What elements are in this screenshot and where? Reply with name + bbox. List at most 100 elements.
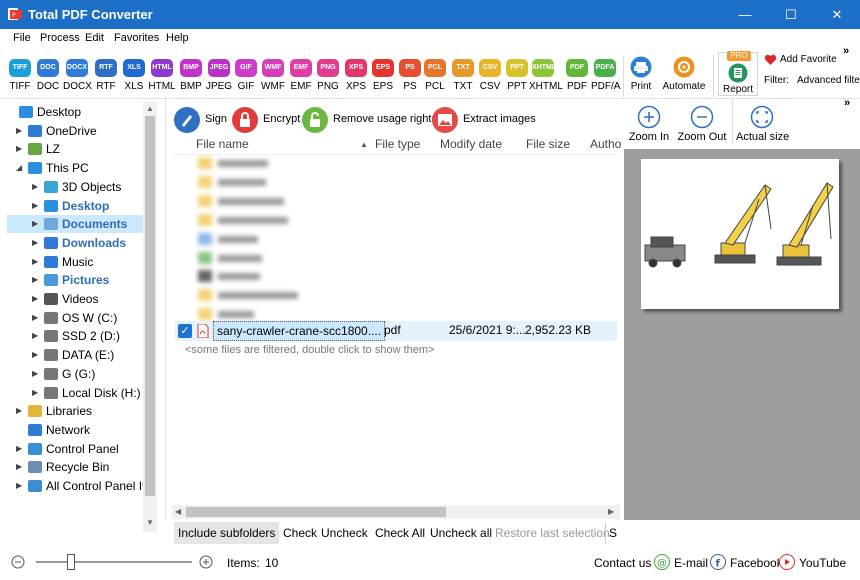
scroll-up-arrow[interactable]: ▲: [146, 104, 154, 113]
format-rtf-button[interactable]: RTF RTF: [92, 59, 120, 92]
zoom-in-small-icon[interactable]: [199, 555, 213, 569]
list-hscrollbar[interactable]: ◀ ▶: [172, 505, 620, 519]
minimize-button[interactable]: —: [722, 0, 768, 29]
filter-dropdown[interactable]: Advanced filte: [797, 75, 860, 86]
menu-favorites[interactable]: Favorites: [114, 32, 159, 44]
menu-edit[interactable]: Edit: [85, 32, 104, 44]
tree-expand-arrow[interactable]: ▶: [32, 271, 42, 289]
menu-file[interactable]: File: [13, 32, 31, 44]
format-wmf-button[interactable]: WMF WMF: [259, 59, 287, 92]
tree-item[interactable]: ▶ Music: [7, 253, 143, 271]
contact-us-link[interactable]: Contact us: [594, 556, 651, 570]
zoom-slider-thumb[interactable]: [67, 554, 75, 570]
tree-item[interactable]: ▶ OS W (C:): [7, 309, 143, 327]
tree-item[interactable]: ▶ Downloads: [7, 234, 143, 252]
scroll-thumb[interactable]: [145, 116, 155, 496]
filtered-files-notice[interactable]: <some files are filtered, double click t…: [185, 344, 434, 356]
format-pdf-button[interactable]: PDF PDF: [563, 59, 591, 92]
list-item[interactable]: [198, 233, 278, 245]
tree-expand-arrow[interactable]: ▶: [32, 290, 42, 308]
tree-item[interactable]: ▶ Documents: [7, 215, 143, 234]
format-xps-button[interactable]: XPS XPS: [342, 59, 370, 92]
tree-item[interactable]: ▶ Recycle Bin: [7, 458, 143, 476]
uncheck-all-button[interactable]: Uncheck all: [430, 522, 492, 544]
format-xhtml-button[interactable]: XHTML XHTML: [529, 59, 563, 92]
check-button[interactable]: Check: [283, 522, 317, 544]
tree-expand-arrow[interactable]: ▶: [32, 384, 42, 402]
format-png-button[interactable]: PNG PNG: [314, 59, 342, 92]
tree-item[interactable]: ▶ Desktop: [7, 197, 143, 215]
tree-expand-arrow[interactable]: ▶: [16, 458, 26, 476]
zoom-slider[interactable]: [36, 554, 192, 570]
tree-item[interactable]: ▶ Pictures: [7, 271, 143, 289]
file-name-cell[interactable]: sany-crawler-crane-scc1800....: [213, 321, 386, 341]
scroll-right-arrow[interactable]: ▶: [608, 507, 614, 516]
tree-expand-arrow[interactable]: ▶: [32, 253, 42, 271]
col-author[interactable]: Autho: [590, 137, 621, 151]
format-docx-button[interactable]: DOCX DOCX: [63, 59, 92, 92]
tree-item[interactable]: Desktop: [7, 103, 143, 121]
format-jpeg-button[interactable]: JPEG JPEG: [205, 59, 233, 92]
tree-expand-arrow[interactable]: ▶: [16, 477, 26, 495]
file-checkbox[interactable]: ✓: [178, 324, 192, 338]
include-subfolders-toggle[interactable]: Include subfolders: [174, 522, 280, 544]
tree-item[interactable]: ▶ Control Panel: [7, 440, 143, 458]
col-modify-date[interactable]: Modify date: [440, 137, 502, 151]
tree-item[interactable]: ▶ SSD 2 (D:): [7, 327, 143, 345]
format-bmp-button[interactable]: BMP BMP: [177, 59, 205, 92]
toolbar-more-button[interactable]: »: [843, 45, 849, 57]
tree-item[interactable]: ▶ OneDrive: [7, 122, 143, 140]
list-item[interactable]: [198, 176, 278, 188]
restore-selection-button[interactable]: Restore last selection: [495, 522, 610, 544]
automate-button[interactable]: Automate: [662, 56, 706, 92]
close-button[interactable]: ✕: [814, 0, 860, 29]
format-ps-button[interactable]: PS PS: [396, 59, 424, 92]
maximize-button[interactable]: ☐: [768, 0, 814, 29]
col-file-name[interactable]: File name: [196, 137, 249, 151]
tree-item[interactable]: ▶ Videos: [7, 290, 143, 308]
tree-item[interactable]: ◢ This PC: [7, 159, 143, 177]
tree-expand-arrow[interactable]: ▶: [32, 365, 42, 383]
format-gif-button[interactable]: GIF GIF: [232, 59, 260, 92]
print-button[interactable]: Print: [626, 56, 656, 92]
format-emf-button[interactable]: EMF EMF: [287, 59, 315, 92]
tree-expand-arrow[interactable]: ▶: [16, 140, 26, 158]
list-item[interactable]: [198, 214, 298, 226]
hscroll-thumb[interactable]: [186, 507, 446, 517]
list-item[interactable]: [198, 157, 278, 169]
scroll-left-arrow[interactable]: ◀: [175, 507, 181, 516]
col-file-type[interactable]: File type: [375, 137, 420, 151]
list-item[interactable]: [198, 195, 298, 207]
more-selection-button[interactable]: S: [605, 522, 617, 544]
tree-expand-arrow[interactable]: ▶: [32, 346, 42, 364]
check-all-button[interactable]: Check All: [375, 522, 425, 544]
tree-expand-arrow[interactable]: ▶: [32, 197, 42, 215]
format-html-button[interactable]: HTML HTML: [148, 59, 176, 92]
format-xls-button[interactable]: XLS XLS: [120, 59, 148, 92]
format-eps-button[interactable]: EPS EPS: [369, 59, 397, 92]
tree-item[interactable]: ▶ G (G:): [7, 365, 143, 383]
tree-expand-arrow[interactable]: ▶: [32, 234, 42, 252]
actual-size-button[interactable]: Actual size: [736, 105, 789, 143]
tree-collapse-arrow[interactable]: ◢: [16, 159, 26, 177]
tree-scrollbar[interactable]: ▲ ▼: [143, 102, 157, 532]
list-item[interactable]: [198, 270, 278, 282]
tree-expand-arrow[interactable]: ▶: [16, 122, 26, 140]
table-row[interactable]: ✓ sany-crawler-crane-scc1800.... pdf 25/…: [175, 321, 617, 341]
format-tiff-button[interactable]: TIFF TIFF: [6, 59, 34, 92]
preview-canvas[interactable]: [624, 149, 860, 520]
tree-item[interactable]: ▶ Libraries: [7, 402, 143, 420]
zoom-out-button[interactable]: Zoom Out: [676, 105, 728, 143]
tree-item[interactable]: Network: [7, 421, 143, 439]
zoom-in-button[interactable]: Zoom In: [628, 105, 670, 143]
list-item[interactable]: [198, 252, 278, 264]
menu-help[interactable]: Help: [166, 32, 189, 44]
tree-expand-arrow[interactable]: ▶: [32, 327, 42, 345]
tree-item[interactable]: ▶ DATA (E:): [7, 346, 143, 364]
report-button[interactable]: PRO Report: [718, 51, 758, 96]
preview-more-button[interactable]: »: [844, 97, 850, 109]
col-file-size[interactable]: File size: [526, 137, 570, 151]
tree-expand-arrow[interactable]: ▶: [32, 309, 42, 327]
menu-process[interactable]: Process: [40, 32, 80, 44]
tree-item[interactable]: ▶ 3D Objects: [7, 178, 143, 196]
